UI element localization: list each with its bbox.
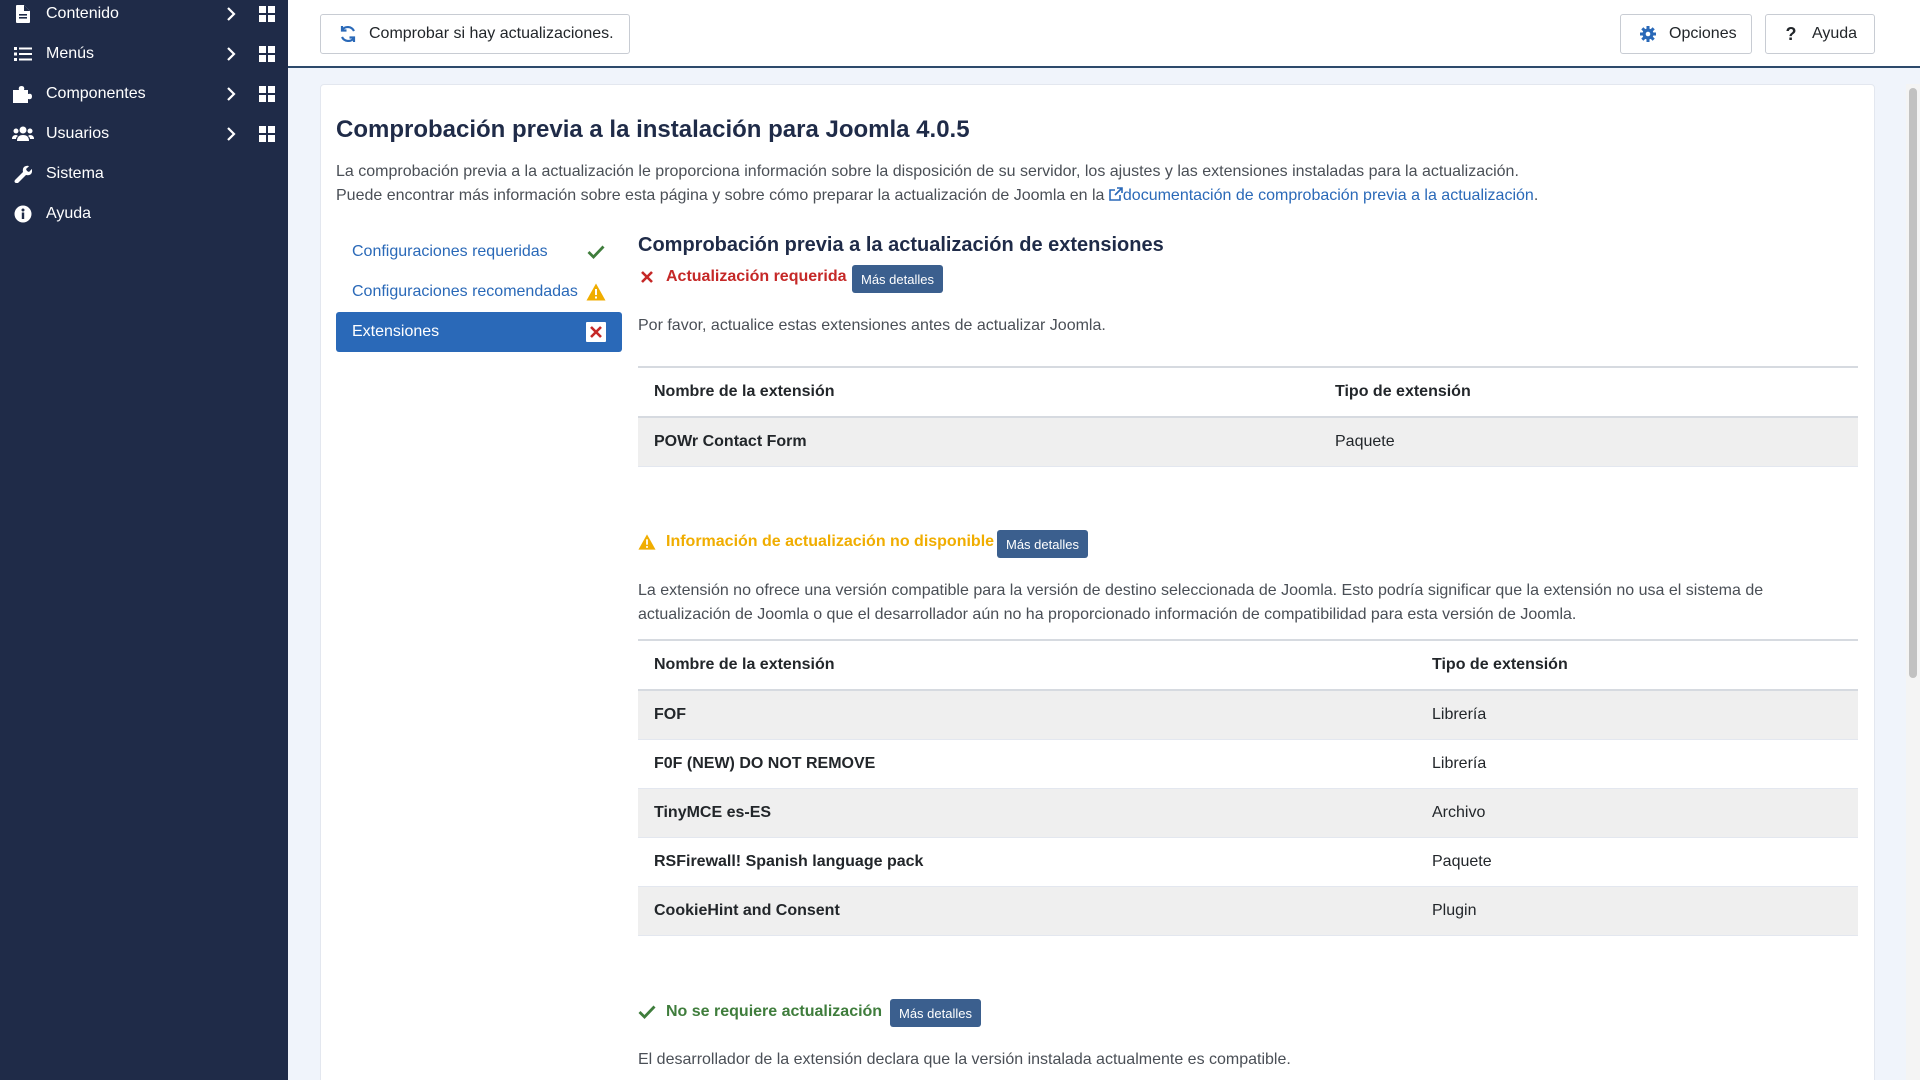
sidebar-item-contenido[interactable]: Contenido bbox=[0, 0, 288, 34]
grid-icon[interactable] bbox=[259, 46, 275, 62]
options-label: Opciones bbox=[1669, 25, 1737, 42]
tab-recommended-settings[interactable]: Configuraciones recomendadas bbox=[336, 272, 622, 312]
unavailable-description-line1: La extensión no ofrece una versión compa… bbox=[638, 582, 1764, 599]
help-label: Ayuda bbox=[1812, 25, 1858, 42]
scrollbar-thumb[interactable] bbox=[1909, 88, 1917, 678]
tab-extensions[interactable]: Extensiones bbox=[336, 312, 622, 352]
list-icon bbox=[12, 43, 34, 65]
not-required-description: El desarrollador de la extensión declara… bbox=[638, 1051, 1291, 1068]
status-label: Información de actualización no disponib… bbox=[666, 533, 995, 550]
column-header-name: Nombre de la extensión bbox=[638, 639, 1416, 691]
required-extensions-table: Nombre de la extensión Tipo de extensión… bbox=[638, 366, 1858, 467]
extension-name: FOF bbox=[638, 690, 1416, 740]
question-icon: ? bbox=[1785, 23, 1797, 44]
extension-type: Plugin bbox=[1416, 886, 1858, 936]
chevron-right-icon bbox=[227, 127, 236, 141]
wrench-icon bbox=[12, 163, 34, 185]
more-details-button[interactable]: Más detalles bbox=[852, 265, 943, 293]
sidebar-item-label: Ayuda bbox=[46, 205, 92, 222]
extension-name: F0F (NEW) DO NOT REMOVE bbox=[638, 739, 1416, 789]
check-icon bbox=[586, 242, 606, 262]
check-icon bbox=[638, 1003, 656, 1021]
table-row: POWr Contact Form Paquete bbox=[638, 417, 1858, 467]
scrollbar[interactable] bbox=[1906, 84, 1920, 1080]
refresh-icon bbox=[339, 25, 357, 43]
sidebar-item-label: Sistema bbox=[46, 165, 104, 182]
options-button[interactable]: Opciones bbox=[1620, 14, 1752, 54]
table-row: TinyMCE es-ES Archivo bbox=[638, 788, 1858, 838]
warning-icon bbox=[638, 533, 656, 551]
help-button[interactable]: ? Ayuda bbox=[1765, 14, 1875, 54]
error-icon bbox=[586, 322, 606, 342]
documentation-link[interactable]: documentación de comprobación previa a l… bbox=[1109, 187, 1534, 204]
intro-text-line2: Puede encontrar más información sobre es… bbox=[336, 187, 1538, 205]
sidebar-item-label: Componentes bbox=[46, 85, 146, 102]
table-row: CookieHint and Consent Plugin bbox=[638, 886, 1858, 936]
extension-type: Paquete bbox=[1319, 417, 1858, 467]
check-updates-button[interactable]: Comprobar si hay actualizaciones. bbox=[320, 14, 630, 54]
unavailable-description-line2: actualización de Joomla o que el desarro… bbox=[638, 606, 1577, 623]
gear-icon bbox=[1639, 25, 1657, 43]
extension-name: CookieHint and Consent bbox=[638, 886, 1416, 936]
tab-label: Configuraciones recomendadas bbox=[352, 283, 578, 300]
sidebar-item-ayuda[interactable]: Ayuda bbox=[0, 194, 288, 234]
more-details-button[interactable]: Más detalles bbox=[997, 530, 1088, 558]
extension-type: Librería bbox=[1416, 690, 1858, 740]
intro-text-line1: La comprobación previa a la actualizació… bbox=[336, 163, 1519, 180]
grid-icon[interactable] bbox=[259, 86, 275, 102]
extension-type: Archivo bbox=[1416, 788, 1858, 838]
required-description: Por favor, actualice estas extensiones a… bbox=[638, 317, 1106, 334]
status-label: No se requiere actualización bbox=[666, 1003, 883, 1020]
extensions-title: Comprobación previa a la actualización d… bbox=[638, 234, 1164, 256]
warning-icon bbox=[586, 282, 606, 302]
status-label: Actualización requerida bbox=[666, 268, 847, 285]
tab-label: Configuraciones requeridas bbox=[352, 243, 548, 260]
unavailable-extensions-table: Nombre de la extensión Tipo de extensión… bbox=[638, 639, 1858, 936]
extension-name: RSFirewall! Spanish language pack bbox=[638, 837, 1416, 887]
sidebar-item-menus[interactable]: Menús bbox=[0, 34, 288, 74]
extension-type: Paquete bbox=[1416, 837, 1858, 887]
intro-prefix: Puede encontrar más información sobre es… bbox=[336, 187, 1105, 204]
table-row: F0F (NEW) DO NOT REMOVE Librería bbox=[638, 739, 1858, 789]
extension-name: POWr Contact Form bbox=[638, 417, 1319, 467]
column-header-type: Tipo de extensión bbox=[1319, 366, 1858, 418]
sidebar-item-sistema[interactable]: Sistema bbox=[0, 154, 288, 194]
grid-icon[interactable] bbox=[259, 126, 275, 142]
tab-label: Extensiones bbox=[352, 323, 440, 340]
close-icon bbox=[638, 268, 656, 286]
toolbar: Comprobar si hay actualizaciones. Opcion… bbox=[288, 0, 1920, 68]
status-update-required: Actualización requerida bbox=[638, 268, 847, 286]
intro-suffix: . bbox=[1533, 187, 1539, 204]
status-not-required: No se requiere actualización bbox=[638, 1003, 882, 1021]
sidebar: Contenido Menús Componentes Usuarios Sis… bbox=[0, 0, 288, 1080]
documentation-link-text: documentación de comprobación previa a l… bbox=[1122, 187, 1534, 204]
sidebar-item-label: Menús bbox=[46, 45, 95, 62]
column-header-type: Tipo de extensión bbox=[1416, 639, 1858, 691]
status-info-unavailable: Información de actualización no disponib… bbox=[638, 533, 994, 551]
grid-icon[interactable] bbox=[259, 6, 275, 22]
chevron-right-icon bbox=[227, 7, 236, 21]
page-title: Comprobación previa a la instalación par… bbox=[336, 116, 970, 143]
external-link-icon bbox=[1109, 187, 1123, 201]
chevron-right-icon bbox=[227, 87, 236, 101]
more-details-button[interactable]: Más detalles bbox=[890, 999, 981, 1027]
extension-type: Librería bbox=[1416, 739, 1858, 789]
sidebar-item-label: Contenido bbox=[46, 5, 119, 22]
users-icon bbox=[12, 123, 34, 145]
chevron-right-icon bbox=[227, 47, 236, 61]
puzzle-icon bbox=[12, 83, 34, 105]
info-icon bbox=[12, 203, 34, 225]
sidebar-item-usuarios[interactable]: Usuarios bbox=[0, 114, 288, 154]
check-updates-label: Comprobar si hay actualizaciones. bbox=[369, 25, 614, 42]
sidebar-item-componentes[interactable]: Componentes bbox=[0, 74, 288, 114]
file-icon bbox=[12, 3, 34, 25]
table-row: RSFirewall! Spanish language pack Paquet… bbox=[638, 837, 1858, 887]
table-row: FOF Librería bbox=[638, 690, 1858, 740]
tab-required-settings[interactable]: Configuraciones requeridas bbox=[336, 232, 622, 272]
sidebar-item-label: Usuarios bbox=[46, 125, 110, 142]
column-header-name: Nombre de la extensión bbox=[638, 366, 1319, 418]
extension-name: TinyMCE es-ES bbox=[638, 788, 1416, 838]
